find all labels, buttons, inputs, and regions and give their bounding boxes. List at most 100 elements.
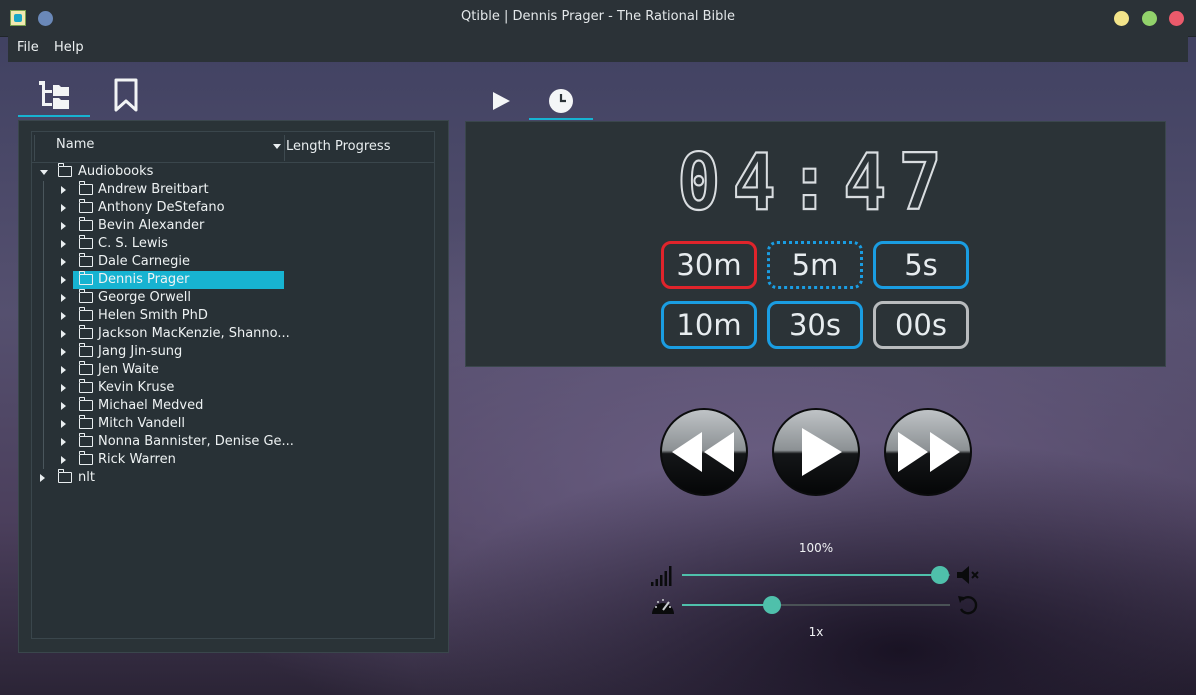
sleep-timer-panel: 04:47 30m 5m 5s 10m 30s 00s: [465, 121, 1166, 367]
speed-slider-handle[interactable]: [763, 596, 782, 614]
tree-item-label: Dennis Prager: [98, 272, 190, 287]
window-title: Qtible | Dennis Prager - The Rational Bi…: [461, 9, 735, 24]
volume-slider-handle[interactable]: [931, 566, 949, 584]
menu-bar: File Help: [8, 36, 1188, 62]
mute-icon[interactable]: [956, 565, 982, 585]
timer-10m-button[interactable]: 10m: [661, 301, 757, 349]
folder-icon: [78, 181, 93, 195]
maximize-button[interactable]: [1142, 11, 1157, 26]
tree-item[interactable]: Anthony DeStefano: [52, 199, 432, 217]
folder-icon: [78, 397, 93, 411]
active-tab-indicator: [18, 115, 90, 117]
tree-item-label: Bevin Alexander: [98, 218, 205, 233]
column-length: Length: [286, 139, 331, 154]
timer-5m-button[interactable]: 5m: [767, 241, 863, 289]
chevron-right-icon[interactable]: [61, 420, 66, 428]
tree-item[interactable]: Rick Warren: [52, 451, 432, 469]
volume-label: 100%: [798, 541, 834, 555]
column-separator: [34, 135, 35, 161]
tree-item[interactable]: Dale Carnegie: [52, 253, 432, 271]
tree-item[interactable]: Jackson MacKenzie, Shanno...: [52, 325, 432, 343]
timer-5s-button[interactable]: 5s: [873, 241, 969, 289]
folder-icon: [78, 235, 93, 249]
tree-item[interactable]: Kevin Kruse: [52, 379, 432, 397]
minimize-button[interactable]: [1114, 11, 1129, 26]
tree-item[interactable]: Dennis Prager: [52, 271, 432, 289]
bookmark-icon: [114, 78, 138, 112]
chevron-right-icon[interactable]: [40, 474, 45, 482]
menu-help[interactable]: Help: [54, 40, 84, 55]
tree-item-label: Jackson MacKenzie, Shanno...: [98, 326, 290, 341]
play-icon: [493, 92, 510, 110]
tree-item-label: Nonna Bannister, Denise Ge...: [98, 434, 294, 449]
fast-forward-button[interactable]: [884, 408, 972, 496]
timer-display: 04:47: [676, 136, 954, 229]
tree-item[interactable]: Michael Medved: [52, 397, 432, 415]
chevron-right-icon[interactable]: [61, 384, 66, 392]
player-tab[interactable]: [481, 84, 521, 118]
tree-item[interactable]: Nonna Bannister, Denise Ge...: [52, 433, 432, 451]
folder-icon: [57, 469, 72, 483]
chevron-right-icon[interactable]: [61, 330, 66, 338]
speed-label: 1x: [808, 625, 824, 639]
tree-item[interactable]: George Orwell: [52, 289, 432, 307]
tree-item-label: George Orwell: [98, 290, 191, 305]
tree-root-audiobooks[interactable]: Audiobooks: [32, 163, 432, 181]
chevron-right-icon[interactable]: [61, 348, 66, 356]
chevron-right-icon[interactable]: [61, 222, 66, 230]
tree-item[interactable]: Jen Waite: [52, 361, 432, 379]
timer-reset-button[interactable]: 00s: [873, 301, 969, 349]
tree-item[interactable]: Helen Smith PhD: [52, 307, 432, 325]
chevron-right-icon[interactable]: [61, 402, 66, 410]
column-name[interactable]: Name: [56, 137, 94, 152]
chevron-right-icon[interactable]: [61, 312, 66, 320]
chevron-right-icon[interactable]: [61, 204, 66, 212]
folder-icon: [78, 307, 93, 321]
close-button[interactable]: [1169, 11, 1184, 26]
chevron-down-icon[interactable]: [40, 170, 48, 175]
tree-item-label: Mitch Vandell: [98, 416, 186, 431]
library-tab[interactable]: [34, 78, 74, 112]
folder-icon: [78, 379, 93, 393]
play-button[interactable]: [772, 408, 860, 496]
tree-item-label: Dale Carnegie: [98, 254, 190, 269]
chevron-right-icon[interactable]: [61, 240, 66, 248]
chevron-right-icon[interactable]: [61, 294, 66, 302]
chevron-right-icon[interactable]: [61, 276, 66, 284]
tree-item[interactable]: Andrew Breitbart: [52, 181, 432, 199]
volume-bars-icon: [651, 566, 672, 586]
bookmarks-tab[interactable]: [106, 78, 146, 112]
tree-header: Name Length Progress: [32, 132, 434, 163]
library-tree[interactable]: Name Length Progress Audiobooks Andrew B…: [31, 131, 435, 639]
reset-speed-icon[interactable]: [956, 594, 980, 616]
rewind-button[interactable]: [660, 408, 748, 496]
speed-slider[interactable]: [682, 604, 950, 606]
chevron-right-icon[interactable]: [61, 456, 66, 464]
volume-fill: [682, 574, 940, 576]
chevron-right-icon[interactable]: [61, 438, 66, 446]
tree-root-nlt[interactable]: nlt: [32, 469, 432, 487]
folder-icon: [78, 217, 93, 231]
tree-item[interactable]: Jang Jin-sung: [52, 343, 432, 361]
tree-item-label: C. S. Lewis: [98, 236, 168, 251]
tree-item-label: Jang Jin-sung: [98, 344, 183, 359]
column-length-progress[interactable]: Length Progress: [286, 139, 390, 154]
tree-item-label: Anthony DeStefano: [98, 200, 225, 215]
chevron-right-icon[interactable]: [61, 366, 66, 374]
fast-forward-icon: [898, 432, 960, 472]
timer-30s-button[interactable]: 30s: [767, 301, 863, 349]
tree-item[interactable]: C. S. Lewis: [52, 235, 432, 253]
tree-item-label: Andrew Breitbart: [98, 182, 209, 197]
folder-icon: [78, 253, 93, 267]
tree-item-label: Jen Waite: [98, 362, 159, 377]
volume-slider[interactable]: [682, 574, 950, 576]
chevron-right-icon[interactable]: [61, 186, 66, 194]
tree-item[interactable]: Bevin Alexander: [52, 217, 432, 235]
tree-item[interactable]: Mitch Vandell: [52, 415, 432, 433]
timer-tab[interactable]: [541, 84, 581, 118]
folder-icon: [78, 415, 93, 429]
menu-file[interactable]: File: [17, 40, 39, 55]
timer-30m-button[interactable]: 30m: [661, 241, 757, 289]
folder-icon: [78, 451, 93, 465]
chevron-right-icon[interactable]: [61, 258, 66, 266]
